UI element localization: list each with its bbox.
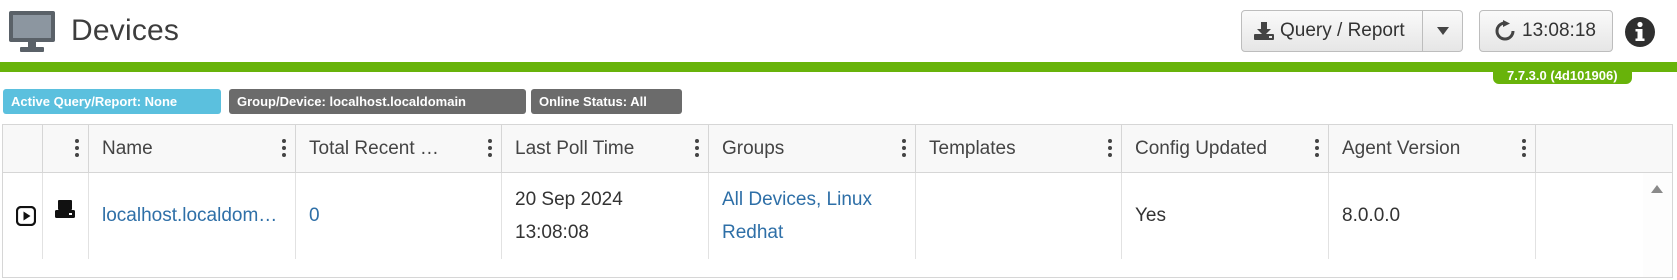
- column-label: Templates: [929, 138, 1016, 159]
- column-header-agent-version[interactable]: Agent Version: [1329, 125, 1536, 172]
- device-icon: [55, 200, 75, 218]
- column-header-templates[interactable]: Templates: [916, 125, 1122, 172]
- kebab-icon[interactable]: [694, 137, 700, 159]
- online-status-badge[interactable]: Online Status: All: [531, 89, 682, 114]
- device-name-link[interactable]: localhost.localdom…: [89, 173, 296, 259]
- active-query-badge[interactable]: Active Query/Report: None: [3, 89, 221, 114]
- page-title: Devices: [71, 14, 180, 47]
- kebab-icon[interactable]: [1107, 137, 1113, 159]
- groups-link-line1[interactable]: All Devices, Linux: [722, 183, 872, 216]
- last-poll-time-cell: 20 Sep 2024 13:08:08: [502, 173, 709, 259]
- device-type-cell: [43, 173, 89, 259]
- query-report-label: Query / Report: [1280, 20, 1405, 41]
- column-header-total-recent[interactable]: Total Recent …: [296, 125, 502, 172]
- last-poll-clock: 13:08:08: [515, 222, 589, 243]
- expand-cell[interactable]: [3, 173, 43, 259]
- group-device-badge[interactable]: Group/Device: localhost.localdomain: [229, 89, 526, 114]
- groups-link-line2[interactable]: Redhat: [722, 216, 783, 249]
- agent-version-cell: 8.0.0.0: [1329, 173, 1536, 259]
- monitor-icon: [9, 11, 55, 52]
- column-header-name[interactable]: Name: [89, 125, 296, 172]
- icon-column-header[interactable]: [43, 125, 89, 172]
- query-report-button[interactable]: Query / Report: [1241, 10, 1423, 52]
- column-label: Groups: [722, 138, 785, 159]
- column-label: Agent Version: [1342, 138, 1461, 159]
- column-header-config-updated[interactable]: Config Updated: [1122, 125, 1329, 172]
- kebab-icon[interactable]: [901, 137, 907, 159]
- info-icon[interactable]: [1624, 16, 1656, 48]
- kebab-icon[interactable]: [1314, 137, 1320, 159]
- column-header-groups[interactable]: Groups: [709, 125, 916, 172]
- caret-down-icon: [1436, 27, 1449, 35]
- expand-play-icon[interactable]: [16, 206, 36, 226]
- column-label: Name: [102, 138, 153, 159]
- column-header-last-poll-time[interactable]: Last Poll Time: [502, 125, 709, 172]
- refresh-time: 13:08:18: [1522, 20, 1596, 41]
- templates-cell: [916, 173, 1122, 259]
- kebab-icon[interactable]: [281, 137, 287, 159]
- column-label: Total Recent …: [309, 138, 439, 159]
- kebab-icon[interactable]: [74, 137, 80, 159]
- refresh-icon: [1495, 20, 1515, 41]
- query-report-dropdown-button[interactable]: [1423, 10, 1463, 52]
- config-updated-cell: Yes: [1122, 173, 1329, 259]
- devices-grid: Name Total Recent … Last Poll Time Group…: [2, 124, 1673, 278]
- page-header: Devices Query / Report 13:08:18: [0, 0, 1677, 62]
- last-poll-date: 20 Sep 2024: [515, 189, 623, 210]
- total-recent-link[interactable]: 0: [296, 173, 502, 259]
- refresh-button[interactable]: 13:08:18: [1479, 10, 1613, 52]
- column-label: Last Poll Time: [515, 138, 635, 159]
- grid-header: Name Total Recent … Last Poll Time Group…: [3, 125, 1672, 173]
- column-label: Config Updated: [1135, 138, 1268, 159]
- download-icon: [1254, 22, 1274, 40]
- header-divider: [0, 62, 1677, 72]
- expand-column-header: [3, 125, 43, 172]
- version-badge: 7.7.3.0 (4d101906): [1493, 68, 1632, 84]
- groups-cell[interactable]: All Devices, Linux Redhat: [709, 173, 916, 259]
- kebab-icon[interactable]: [1521, 137, 1527, 159]
- table-row[interactable]: localhost.localdom… 0 20 Sep 2024 13:08:…: [3, 173, 1672, 259]
- kebab-icon[interactable]: [487, 137, 493, 159]
